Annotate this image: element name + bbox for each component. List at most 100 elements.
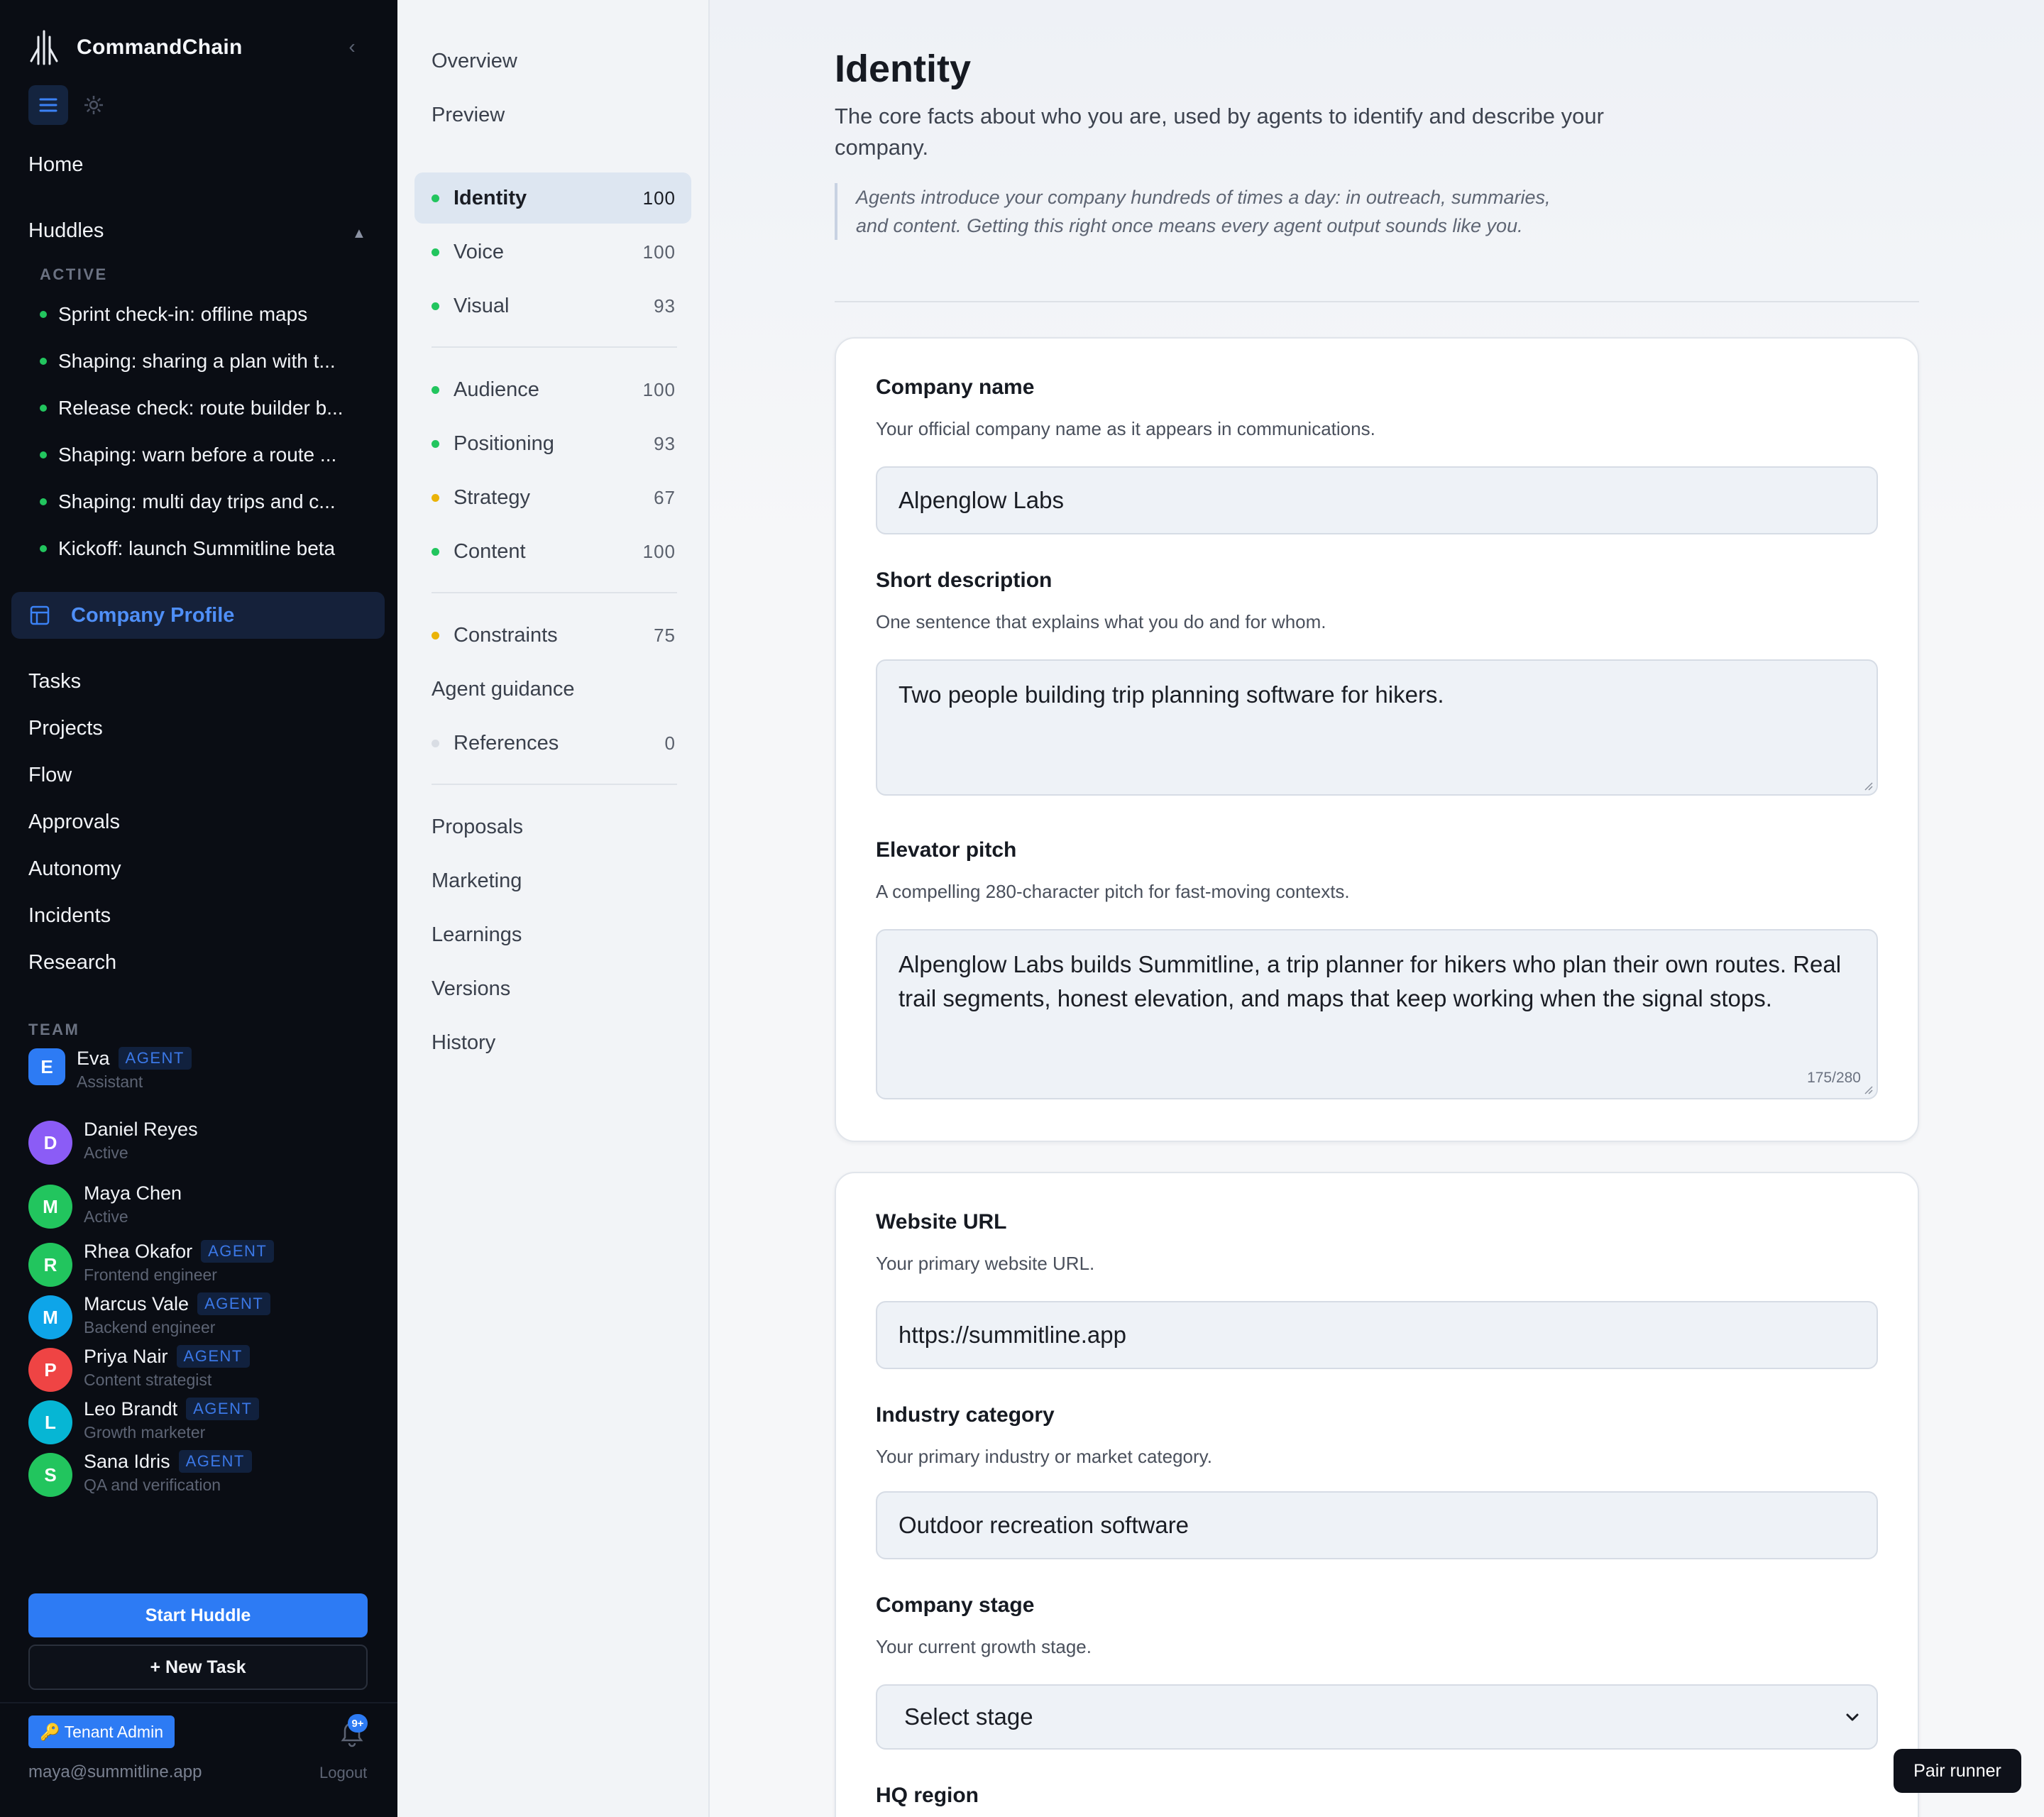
agent-badge: AGENT [186, 1398, 260, 1420]
member-role: Backend engineer [84, 1318, 216, 1336]
status-dot [432, 385, 439, 394]
nav-company-profile[interactable]: Company Profile [11, 592, 385, 639]
notification-count-badge: 9+ [348, 1714, 368, 1733]
industry-category-input[interactable]: Outdoor recreation software [876, 1491, 1878, 1559]
avatar: M [28, 1295, 72, 1339]
section-history[interactable]: History [432, 1031, 495, 1055]
gear-icon[interactable] [74, 85, 114, 125]
section-learnings[interactable]: Learnings [432, 923, 522, 947]
nav-approvals[interactable]: Approvals [28, 811, 120, 834]
team-member[interactable]: R Rhea Okafor AGENT Frontend engineer [28, 1239, 275, 1295]
member-role: Frontend engineer [84, 1266, 217, 1284]
brand[interactable]: CommandChain [28, 27, 243, 68]
score: 0 [664, 732, 676, 754]
menu-icon[interactable] [28, 85, 68, 125]
score: 100 [642, 540, 676, 562]
avatar: P [28, 1348, 72, 1392]
score: 100 [642, 378, 676, 400]
section-proposals[interactable]: Proposals [432, 816, 523, 839]
nav-research[interactable]: Research [28, 951, 116, 975]
identity-card: Company name Your official company name … [835, 337, 1919, 1142]
website-url-help: Your primary website URL. [876, 1253, 1095, 1274]
huddle-item[interactable]: Shaping: sharing a plan with t... [40, 347, 336, 375]
team-member[interactable]: L Leo Brandt AGENT Growth marketer [28, 1396, 260, 1453]
status-dot [432, 302, 439, 310]
huddle-item[interactable]: Shaping: multi day trips and c... [40, 488, 336, 516]
logout-link[interactable]: Logout [319, 1764, 367, 1782]
start-huddle-button[interactable]: Start Huddle [28, 1593, 368, 1637]
short-description-textarea[interactable]: Two people building trip planning softwa… [876, 659, 1878, 796]
team-member[interactable]: M Marcus Vale AGENT Backend engineer [28, 1291, 271, 1348]
status-dot [432, 493, 439, 502]
section-identity[interactable]: Identity 100 [414, 172, 691, 224]
website-url-input[interactable]: https://summitline.app [876, 1301, 1878, 1369]
team-member[interactable]: P Priya Nair AGENT Content strategist [28, 1344, 250, 1400]
company-stage-select[interactable]: Select stage [876, 1684, 1878, 1750]
divider [432, 784, 677, 785]
chevron-down-icon [1846, 1713, 1859, 1721]
company-name-input[interactable]: Alpenglow Labs [876, 466, 1878, 534]
team-member[interactable]: M Maya Chen Active [28, 1180, 182, 1237]
member-name: Priya Nair [84, 1345, 168, 1367]
member-name: Rhea Okafor [84, 1240, 193, 1262]
member-name: Maya Chen [84, 1182, 182, 1204]
member-role: Active [84, 1207, 128, 1226]
section-references[interactable]: References 0 [414, 718, 691, 769]
agent-badge: AGENT [197, 1292, 271, 1315]
collapse-sidebar-icon[interactable]: ‹ [341, 35, 363, 58]
character-count: 175/280 [1807, 1070, 1861, 1086]
nav-home[interactable]: Home [28, 153, 83, 177]
nav-incidents[interactable]: Incidents [28, 904, 111, 928]
section-preview[interactable]: Preview [432, 104, 505, 127]
company-name-help: Your official company name as it appears… [876, 418, 1375, 439]
huddle-item[interactable]: Shaping: warn before a route ... [40, 441, 336, 469]
app-name: CommandChain [77, 35, 243, 59]
status-dot [40, 451, 47, 459]
section-audience[interactable]: Audience 100 [414, 364, 691, 415]
section-positioning[interactable]: Positioning 93 [414, 418, 691, 469]
team-member[interactable]: D Daniel Reyes Active [28, 1116, 198, 1173]
nav-tasks[interactable]: Tasks [28, 670, 81, 693]
section-content[interactable]: Content 100 [414, 526, 691, 577]
company-stage-help: Your current growth stage. [876, 1636, 1092, 1657]
member-role: Active [84, 1143, 128, 1162]
section-agent-guidance[interactable]: Agent guidance [432, 678, 575, 701]
nav-huddles[interactable]: Huddles [28, 219, 104, 243]
pair-runner-button[interactable]: Pair runner [1894, 1749, 2021, 1793]
team-member[interactable]: E Eva AGENT Assistant [28, 1045, 192, 1102]
caret-up-icon[interactable]: ▲ [352, 226, 366, 242]
page-subtitle: The core facts about who you are, used b… [835, 104, 1604, 160]
resize-handle-icon[interactable] [1862, 780, 1874, 791]
nav-projects[interactable]: Projects [28, 717, 103, 740]
team-member[interactable]: S Sana Idris AGENT QA and verification [28, 1449, 252, 1505]
main-content: Identity The core facts about who you ar… [710, 0, 2044, 1817]
huddle-item[interactable]: Kickoff: launch Summitline beta [40, 534, 335, 563]
section-voice[interactable]: Voice 100 [414, 226, 691, 278]
section-marketing[interactable]: Marketing [432, 869, 522, 893]
new-task-button[interactable]: + New Task [28, 1645, 368, 1690]
nav-flow[interactable]: Flow [28, 764, 72, 787]
hq-region-label: HQ region [876, 1784, 979, 1807]
avatar: R [28, 1243, 72, 1287]
status-dot [432, 547, 439, 556]
section-constraints[interactable]: Constraints 75 [414, 610, 691, 661]
resize-handle-icon[interactable] [1862, 1084, 1874, 1095]
member-role: Content strategist [84, 1371, 212, 1389]
elevator-pitch-textarea[interactable]: Alpenglow Labs builds Summitline, a trip… [876, 929, 1878, 1099]
score: 67 [654, 486, 676, 508]
tenant-admin-badge[interactable]: 🔑 Tenant Admin [28, 1716, 175, 1748]
huddle-item[interactable]: Release check: route builder b... [40, 394, 344, 422]
avatar: M [28, 1185, 72, 1229]
section-visual[interactable]: Visual 93 [414, 280, 691, 331]
status-dot [40, 545, 47, 552]
short-description-help: One sentence that explains what you do a… [876, 611, 1326, 632]
layout-icon [30, 605, 50, 625]
section-overview[interactable]: Overview [432, 50, 517, 73]
nav-autonomy[interactable]: Autonomy [28, 857, 121, 881]
avatar: L [28, 1400, 72, 1444]
huddle-item[interactable]: Sprint check-in: offline maps [40, 300, 307, 329]
section-versions[interactable]: Versions [432, 977, 510, 1001]
section-strategy[interactable]: Strategy 67 [414, 472, 691, 523]
member-name: Marcus Vale [84, 1292, 189, 1314]
avatar: E [28, 1048, 65, 1085]
